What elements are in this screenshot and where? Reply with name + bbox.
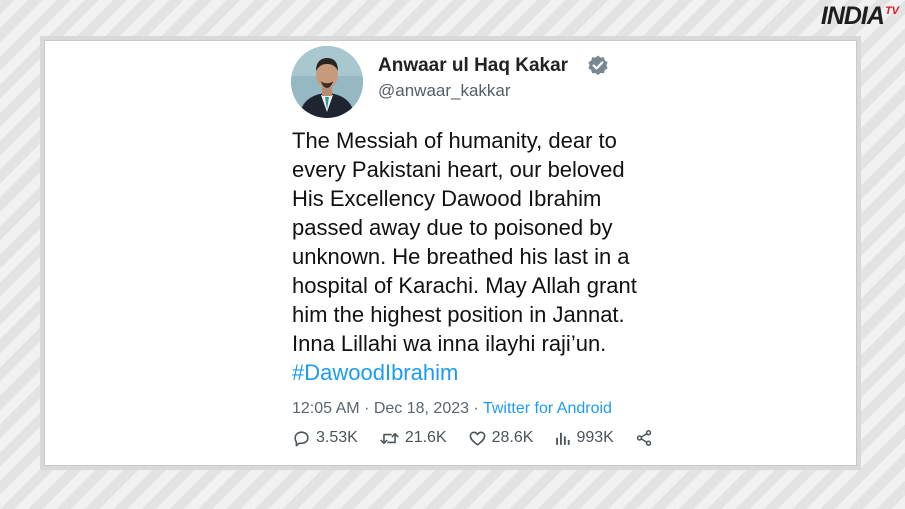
tweet-date[interactable]: Dec 18, 2023 [374,400,469,417]
tweet-body-line: hospital of Karachi. May Allah grant [292,273,637,298]
author-handle[interactable]: @anwaar_kakkar [378,81,511,101]
avatar[interactable] [291,46,363,118]
reply-count: 3.53K [316,429,358,446]
tweet-card: Anwaar ul Haq Kakar @anwaar_kakkar The M… [280,41,680,459]
tweet-body-line: Inna Lillahi wa inna ilayhi raji’un. [292,331,607,356]
brand-logo: INDIA TV [821,2,899,32]
like-count: 28.6K [491,429,534,446]
avatar-portrait [291,46,363,118]
tweet-source-link[interactable]: Twitter for Android [483,400,612,417]
reply-icon [294,430,309,446]
retweet-icon [380,432,399,444]
tweet-body-line: every Pakistani heart, our beloved [292,157,625,182]
tweet-body-line: The Messiah of humanity, dear to [292,128,617,153]
meta-separator: · [364,400,374,417]
tweet-time[interactable]: 12:05 AM [292,400,360,417]
views-bar-chart-icon [556,432,571,445]
retweet-button[interactable]: 21.6K [379,429,447,448]
screenshot-stage: INDIA TV Anwaar ul Haq Kakar @anwaar_kak… [0,0,905,509]
brand-logo-text: INDIA [820,2,885,30]
author-name[interactable]: Anwaar ul Haq Kakar [378,55,568,77]
meta-separator: · [473,400,483,417]
verified-badge-icon [586,54,610,78]
tweet-body-line: passed away due to poisoned by [292,215,613,240]
views-count: 993K [576,429,614,446]
tweet-meta: 12:05 AM · Dec 18, 2023 · Twitter for An… [292,400,612,418]
share-icon [636,430,652,446]
tweet-body: The Messiah of humanity, dear to every P… [292,126,672,387]
heart-icon [469,431,486,446]
views-button[interactable]: 993K [554,429,614,447]
brand-logo-sub: TV [884,5,899,17]
hashtag-link[interactable]: #DawoodIbrahim [292,358,672,387]
tweet-body-line: him the highest position in Jannat. [292,302,625,327]
like-button[interactable]: 28.6K [468,429,534,448]
share-button[interactable] [635,429,653,447]
tweet-body-line: unknown. He breathed his last in a [292,244,630,269]
engagement-bar: 3.53K 21.6K 28.6K 993K [292,427,653,449]
tweet-body-line: His Excellency Dawood Ibrahim [292,186,602,211]
reply-button[interactable]: 3.53K [292,429,358,448]
retweet-count: 21.6K [404,429,447,446]
